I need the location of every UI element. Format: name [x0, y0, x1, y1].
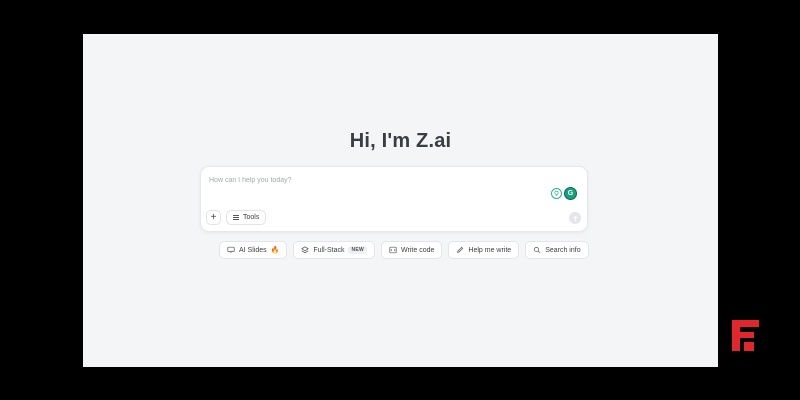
grammarly-icon[interactable]: G: [564, 187, 577, 200]
write-code-chip[interactable]: Write code: [381, 241, 443, 259]
ai-slides-label: AI Slides: [239, 246, 267, 254]
chat-input-box[interactable]: G + Tools: [200, 166, 588, 232]
tools-label: Tools: [243, 214, 260, 221]
search-info-chip[interactable]: Search info: [525, 241, 589, 259]
new-badge: NEW: [348, 246, 368, 254]
prompt-input[interactable]: [209, 173, 539, 187]
brand-logo-icon: [732, 320, 759, 351]
tools-button[interactable]: Tools: [226, 210, 267, 225]
full-stack-chip[interactable]: Full-Stack NEW: [293, 241, 376, 259]
stack-icon: [301, 246, 310, 254]
greeting-heading: Hi, I'm Z.ai: [349, 130, 452, 152]
search-icon: [534, 247, 541, 254]
search-info-label: Search info: [545, 246, 581, 254]
slides-icon: [227, 246, 235, 254]
add-attachment-button[interactable]: +: [206, 210, 221, 225]
help-me-write-label: Help me write: [468, 246, 512, 254]
fire-icon: 🔥: [270, 246, 280, 254]
code-icon: [389, 246, 397, 254]
pencil-icon: [457, 246, 464, 253]
app-screen: Hi, I'm Z.ai G + Tools: [83, 34, 718, 367]
help-me-write-chip[interactable]: Help me write: [448, 241, 520, 259]
ai-slides-chip[interactable]: AI Slides 🔥: [219, 241, 288, 259]
arrow-up-icon: [572, 215, 578, 221]
menu-lines-icon: [233, 215, 239, 220]
suggestion-chips: AI Slides 🔥 Full-Stack NEW Write code He…: [219, 241, 589, 259]
video-frame: Hi, I'm Z.ai G + Tools: [0, 0, 800, 400]
send-button[interactable]: [569, 212, 581, 224]
plus-icon: +: [210, 212, 217, 223]
lightbulb-icon[interactable]: [551, 188, 562, 199]
write-code-label: Write code: [401, 246, 435, 254]
full-stack-label: Full-Stack: [313, 246, 345, 254]
